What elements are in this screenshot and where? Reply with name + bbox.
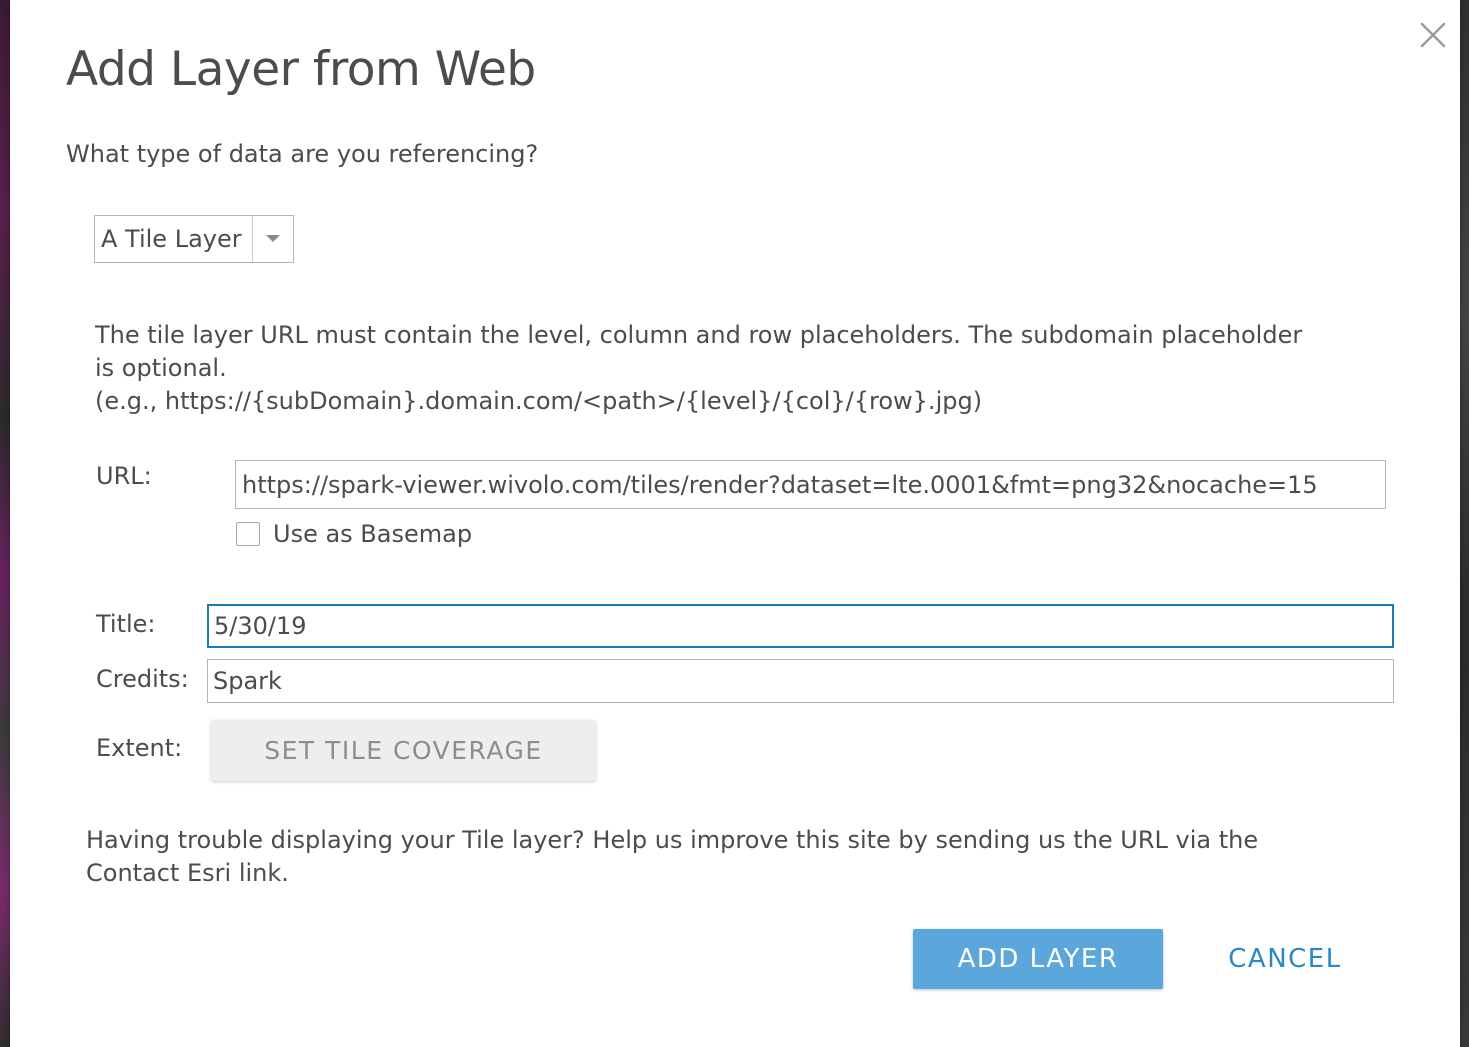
url-input[interactable]	[235, 460, 1386, 509]
help-line-2: is optional.	[95, 354, 227, 382]
use-as-basemap-checkbox[interactable]	[236, 522, 260, 546]
help-line-3: (e.g., https://{subDomain}.domain.com/<p…	[95, 387, 983, 415]
dialog-title: Add Layer from Web	[66, 42, 536, 97]
credits-input[interactable]	[207, 659, 1394, 703]
map-backdrop-right	[1460, 0, 1469, 1047]
layer-type-selected: A Tile Layer	[101, 225, 242, 253]
caret-down-icon[interactable]	[252, 216, 293, 262]
trouble-line-2: Contact Esri link.	[86, 859, 289, 887]
layer-type-select[interactable]: A Tile Layer	[94, 215, 294, 263]
set-tile-coverage-button[interactable]: SET TILE COVERAGE	[211, 720, 596, 781]
data-type-question: What type of data are you referencing?	[66, 140, 539, 168]
cancel-button[interactable]: CANCEL	[1205, 929, 1365, 989]
title-input[interactable]	[207, 604, 1394, 648]
trouble-line-1: Having trouble displaying your Tile laye…	[86, 826, 1259, 854]
trouble-help-text: Having trouble displaying your Tile laye…	[86, 824, 1386, 890]
map-backdrop-left	[0, 0, 10, 1047]
add-layer-button[interactable]: ADD LAYER	[913, 929, 1163, 989]
extent-label: Extent:	[96, 734, 183, 762]
use-as-basemap-label: Use as Basemap	[273, 520, 473, 548]
credits-label: Credits:	[96, 665, 189, 693]
title-label: Title:	[96, 610, 156, 638]
help-line-1: The tile layer URL must contain the leve…	[95, 321, 1303, 349]
tile-url-help-text: The tile layer URL must contain the leve…	[95, 319, 1385, 418]
use-as-basemap-option[interactable]: Use as Basemap	[236, 520, 472, 548]
url-label: URL:	[96, 462, 152, 490]
add-layer-dialog: Add Layer from Web What type of data are…	[10, 0, 1460, 1047]
close-button[interactable]	[1418, 20, 1448, 50]
close-icon	[1418, 20, 1448, 50]
